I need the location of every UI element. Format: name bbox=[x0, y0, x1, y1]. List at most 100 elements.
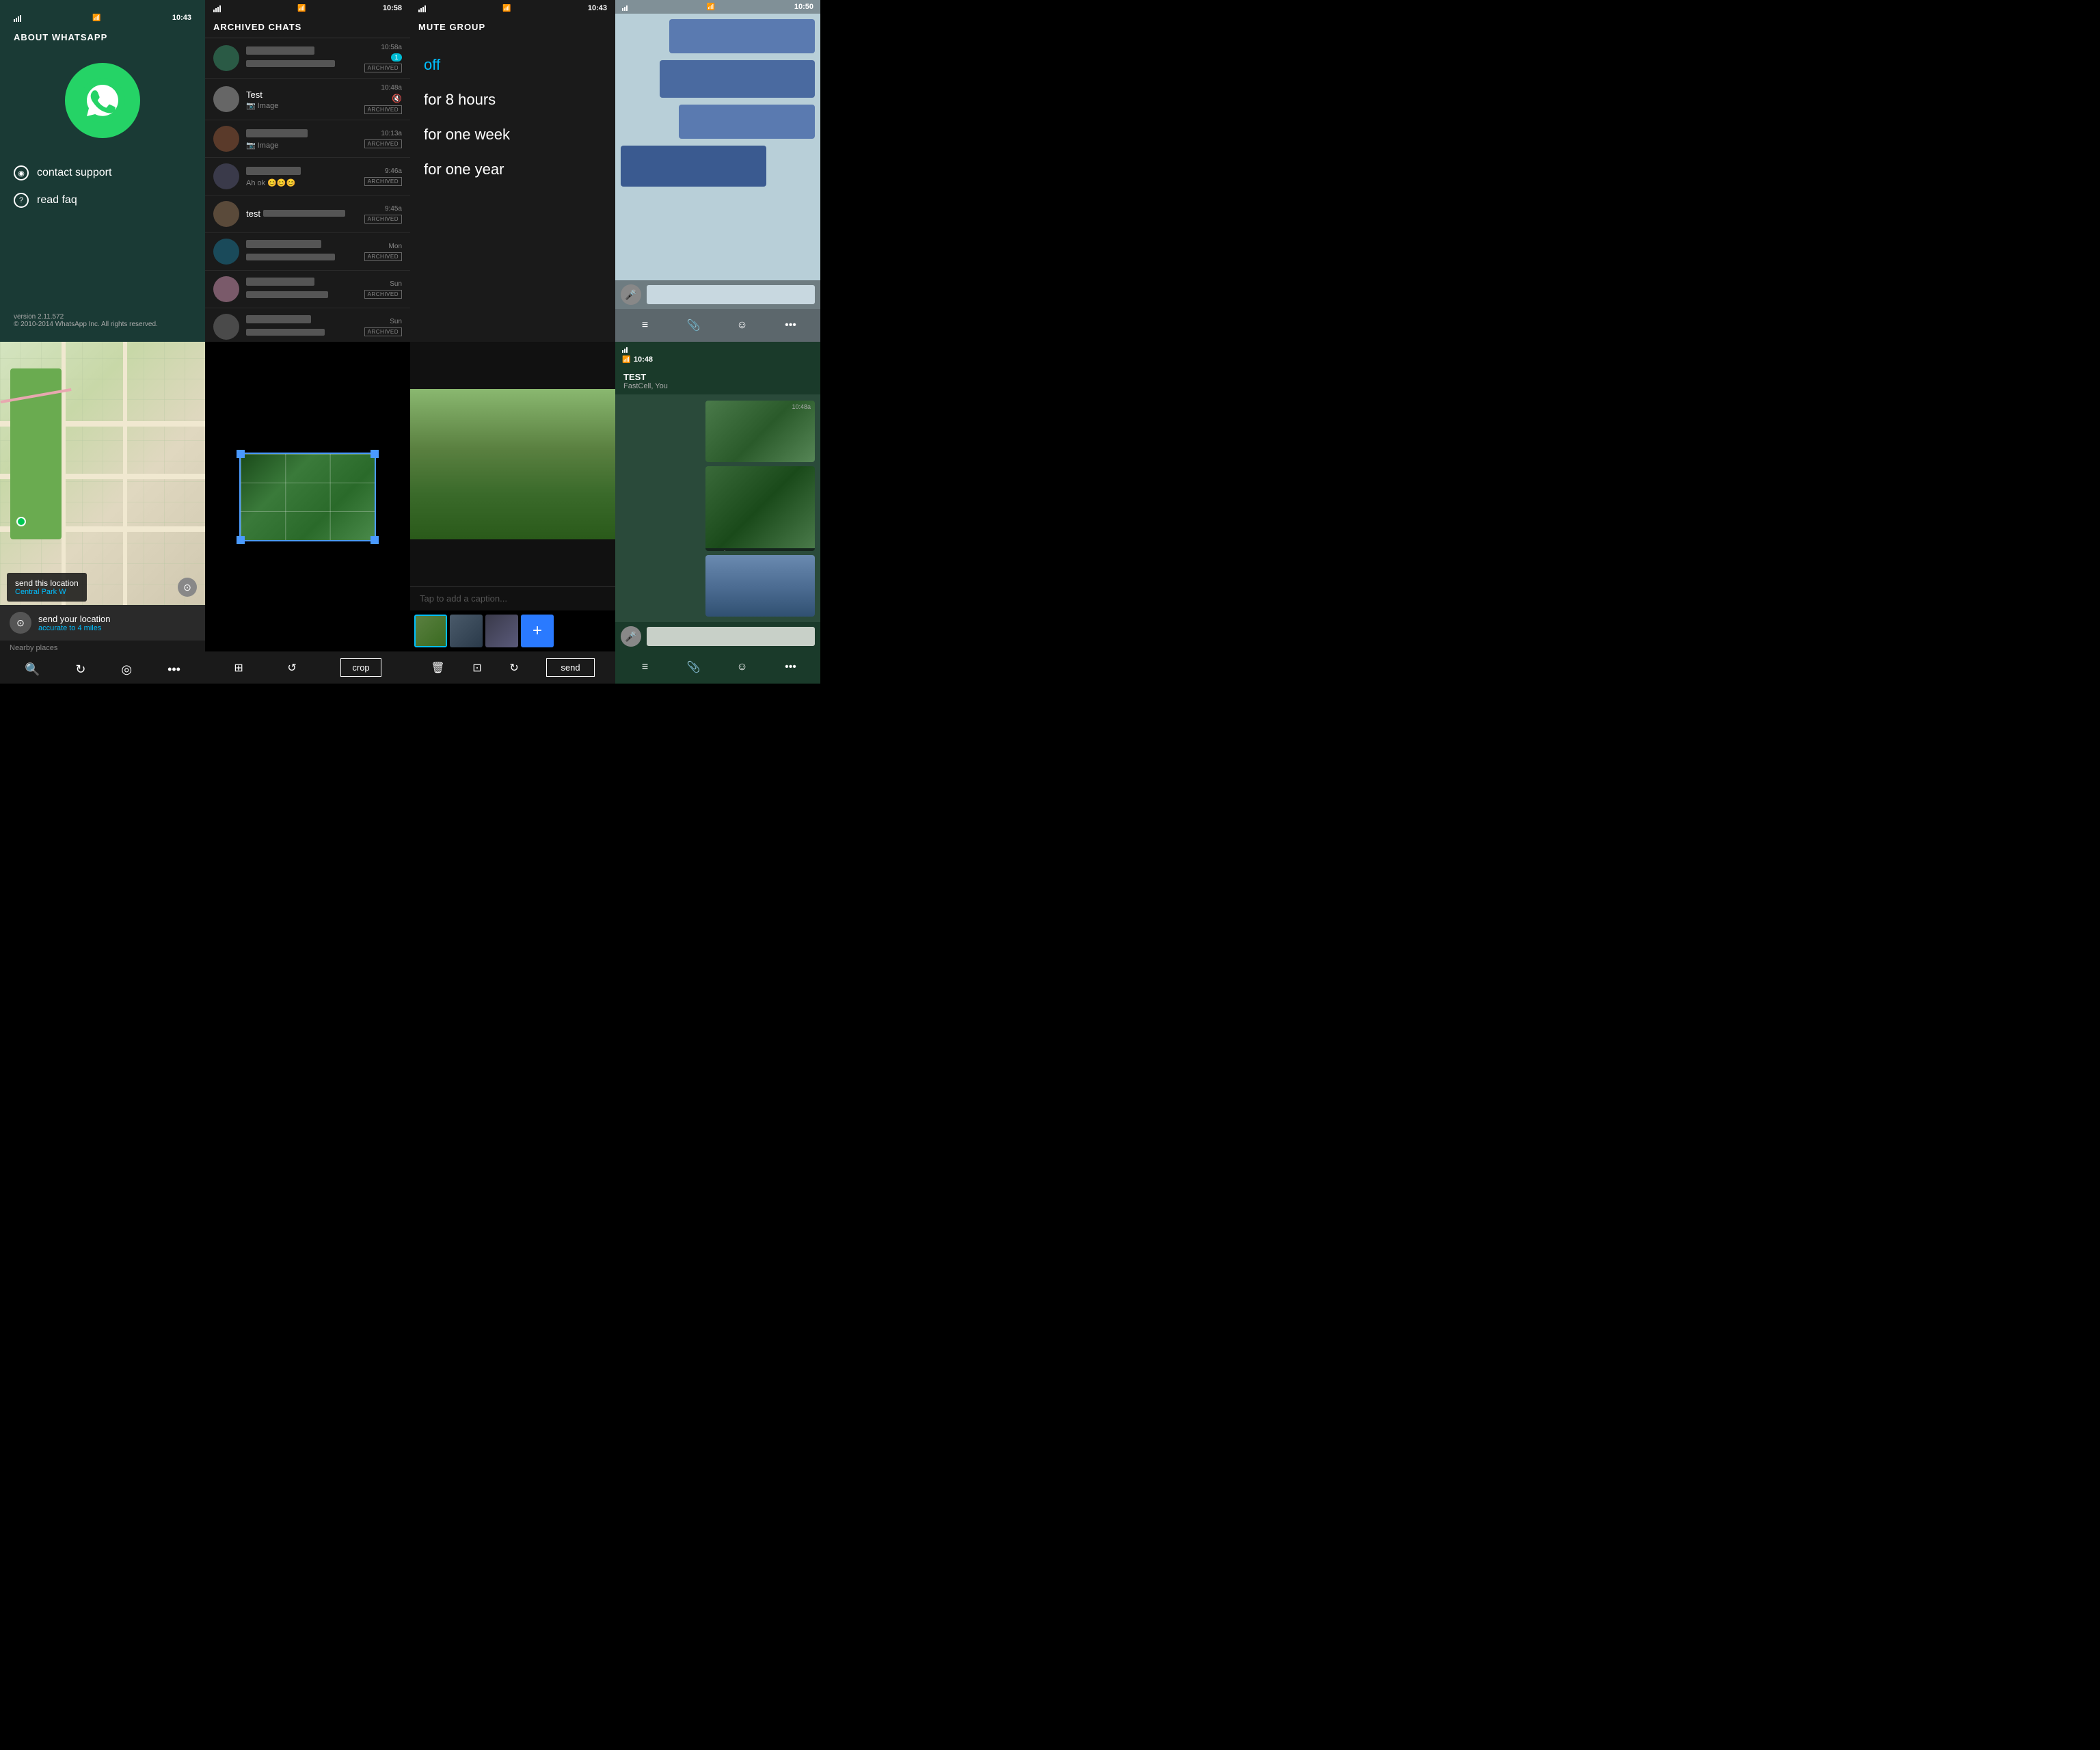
panel-map: send this location Central Park W ⊙ ⊙ se… bbox=[0, 342, 205, 684]
crop-handle-bottomleft[interactable] bbox=[237, 536, 245, 544]
signal-icon bbox=[622, 345, 813, 353]
message-input[interactable] bbox=[647, 627, 815, 646]
crop-button[interactable]: crop bbox=[340, 658, 381, 677]
image-message-1: 10:48a bbox=[705, 401, 815, 462]
image-bg-2 bbox=[705, 466, 815, 548]
location-button[interactable]: ◎ bbox=[121, 662, 132, 677]
emoji-icon[interactable]: ☺ bbox=[731, 656, 753, 678]
chat-content bbox=[246, 239, 358, 264]
bottom-toolbar-map: 🔍 ↻ ◎ ••• bbox=[0, 656, 205, 684]
mic-button[interactable]: 🎤 bbox=[621, 284, 641, 305]
attach-icon[interactable]: 📎 bbox=[683, 656, 705, 678]
thumbnail-1[interactable] bbox=[414, 615, 447, 647]
list-item[interactable]: Sun ARCHIVED bbox=[205, 271, 410, 308]
thumb-image bbox=[485, 615, 518, 647]
more-button[interactable]: ••• bbox=[167, 662, 180, 677]
thumbnail-3[interactable] bbox=[485, 615, 518, 647]
map-road bbox=[62, 342, 66, 605]
status-bar-chat2: 📶 10:48 bbox=[615, 342, 820, 368]
chat-name: test bbox=[246, 208, 260, 219]
status-time: 10:43 bbox=[172, 14, 191, 22]
list-icon[interactable]: ≡ bbox=[634, 656, 656, 678]
chat2-input-bar: 🎤 bbox=[615, 622, 820, 651]
location-icon: ⊙ bbox=[10, 612, 31, 634]
status-time: 10:48 bbox=[634, 355, 653, 364]
archived-badge: ARCHIVED bbox=[364, 177, 402, 186]
crop-handle-topright[interactable] bbox=[371, 450, 379, 458]
mute-option-week[interactable]: for one week bbox=[424, 119, 602, 150]
chat-content bbox=[246, 277, 358, 301]
message-input[interactable] bbox=[647, 285, 815, 304]
mute-option-8h[interactable]: for 8 hours bbox=[424, 84, 602, 116]
list-item[interactable]: Test 📷 Image 10:48a 🔇 ARCHIVED bbox=[205, 79, 410, 120]
chat2-toolbar: ≡ 📎 ☺ ••• bbox=[615, 651, 820, 684]
mute-title: MUTE GROUP bbox=[410, 16, 615, 42]
chat-name-blurred bbox=[246, 278, 314, 286]
avatar bbox=[213, 126, 239, 152]
archived-title: ARCHIVED CHATS bbox=[205, 16, 410, 38]
panel-mute: 📶 10:43 MUTE GROUP off for 8 hours for o… bbox=[410, 0, 615, 342]
chat-name-blurred bbox=[246, 240, 321, 248]
undo-button[interactable]: ↺ bbox=[287, 661, 296, 675]
chat-content bbox=[246, 314, 358, 339]
support-icon: ◉ bbox=[14, 165, 29, 180]
archived-badge: ARCHIVED bbox=[364, 105, 402, 114]
emoji-icon[interactable]: ☺ bbox=[731, 314, 753, 336]
chat-name: Test bbox=[246, 90, 262, 100]
read-faq-item[interactable]: ? read faq bbox=[14, 193, 191, 208]
send-button[interactable]: send bbox=[546, 658, 594, 677]
list-item[interactable]: 📷 Image 10:13a ARCHIVED bbox=[205, 120, 410, 158]
list-item[interactable]: Ah ok 😊😊😊 9:46a ARCHIVED bbox=[205, 158, 410, 196]
crop-button2[interactable]: ⊡ bbox=[472, 661, 481, 675]
list-icon[interactable]: ≡ bbox=[634, 314, 656, 336]
crop-handle-topleft[interactable] bbox=[237, 450, 245, 458]
more-icon[interactable]: ••• bbox=[780, 314, 802, 336]
chat-time: 9:45a bbox=[385, 205, 402, 213]
list-item[interactable]: test 9:45a ARCHIVED bbox=[205, 196, 410, 233]
thumb-image bbox=[450, 615, 483, 647]
message-bubble bbox=[679, 105, 815, 139]
image-content-2 bbox=[705, 466, 815, 548]
crop-toolbar: ⊞ ↺ crop bbox=[205, 651, 410, 684]
wifi-icon: 📶 bbox=[92, 14, 100, 22]
chat-meta: Sun ARCHIVED bbox=[364, 280, 402, 299]
map-area[interactable]: send this location Central Park W ⊙ bbox=[0, 342, 205, 605]
mute-option-off[interactable]: off bbox=[424, 49, 602, 81]
attach-icon[interactable]: 📎 bbox=[683, 314, 705, 336]
thumbnail-row: + bbox=[410, 610, 615, 651]
grid-button[interactable]: ⊞ bbox=[234, 661, 243, 675]
chat-preview: 📷 Image bbox=[246, 141, 358, 150]
status-bar-chat: 📶 10:50 bbox=[615, 0, 820, 14]
crop-image[interactable] bbox=[239, 453, 376, 541]
compass-button[interactable]: ⊙ bbox=[178, 578, 197, 597]
message-bubble bbox=[660, 60, 815, 98]
list-item[interactable]: Mon ARCHIVED bbox=[205, 233, 410, 271]
wifi-icon: 📶 bbox=[502, 5, 511, 12]
chat-name-blurred bbox=[246, 315, 311, 323]
refresh-button[interactable]: ↻ bbox=[75, 662, 85, 677]
caption-input[interactable]: Tap to add a caption... bbox=[410, 586, 615, 610]
more-icon[interactable]: ••• bbox=[780, 656, 802, 678]
search-button[interactable]: 🔍 bbox=[25, 662, 40, 677]
rotate-button[interactable]: ↻ bbox=[509, 661, 518, 675]
archived-badge: ARCHIVED bbox=[364, 215, 402, 224]
delete-button[interactable]: 🗑 bbox=[431, 661, 444, 675]
chat-preview-blurred bbox=[263, 210, 345, 217]
caption-time: 10:48a bbox=[790, 550, 811, 551]
chat-preview-blurred bbox=[246, 254, 335, 260]
mic-button[interactable]: 🎤 bbox=[621, 626, 641, 647]
chat-time: Mon bbox=[389, 243, 402, 250]
add-photo-button[interactable]: + bbox=[521, 615, 554, 647]
thumbnail-2[interactable] bbox=[450, 615, 483, 647]
chat-preview-blurred bbox=[246, 329, 325, 336]
chat-time: 10:58a bbox=[381, 44, 402, 51]
contact-support-item[interactable]: ◉ contact support bbox=[14, 165, 191, 180]
chat-name-blurred bbox=[246, 129, 308, 137]
avatar bbox=[213, 314, 239, 340]
version-text: version 2.11.572 bbox=[14, 313, 158, 321]
location-bar: ⊙ send your location accurate to 4 miles bbox=[0, 605, 205, 641]
crop-handle-bottomright[interactable] bbox=[371, 536, 379, 544]
mute-option-year[interactable]: for one year bbox=[424, 154, 602, 185]
list-item[interactable]: Sun ARCHIVED bbox=[205, 308, 410, 342]
list-item[interactable]: 10:58a 1 ARCHIVED bbox=[205, 38, 410, 79]
